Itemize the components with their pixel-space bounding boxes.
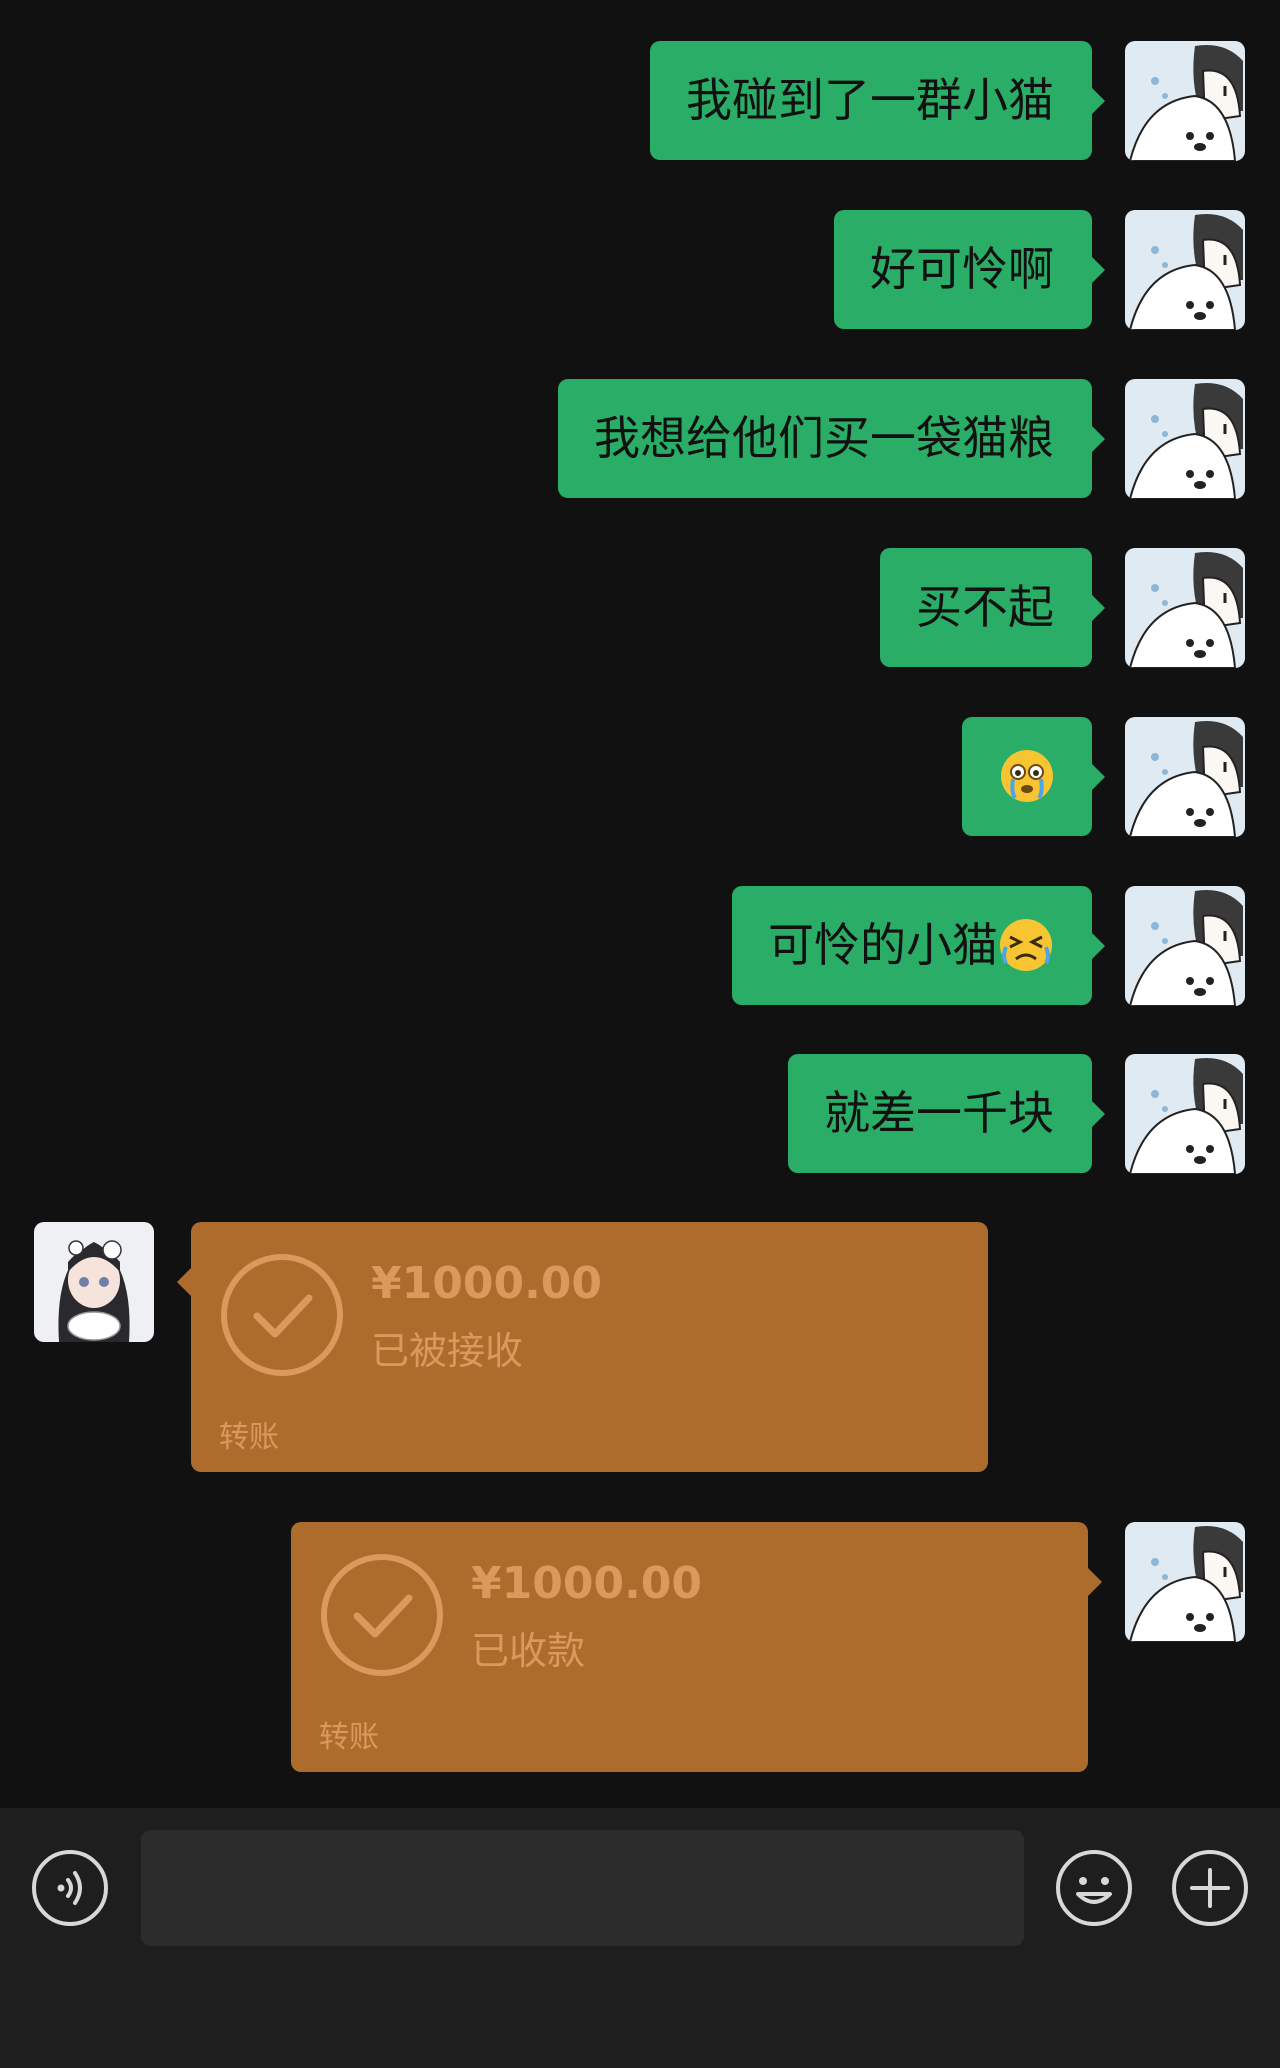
- sent-message-bubble[interactable]: 就差一千块: [788, 1054, 1105, 1173]
- message-text: 好可怜啊: [870, 242, 1054, 296]
- my-avatar[interactable]: [1125, 1522, 1245, 1642]
- message-text: 我碰到了一群小猫: [686, 73, 1054, 127]
- my-avatar[interactable]: [1125, 548, 1245, 668]
- crying-face-emoji: [999, 748, 1055, 804]
- transfer-amount: ¥1000.00: [471, 1558, 703, 1609]
- contact-avatar[interactable]: [34, 1222, 154, 1342]
- transfer-divider: [291, 1708, 1088, 1709]
- message-text: 买不起: [916, 580, 1054, 634]
- sent-message-bubble[interactable]: 我想给他们买一袋猫粮: [558, 379, 1105, 498]
- sent-message-bubble[interactable]: 我碰到了一群小猫: [650, 41, 1105, 160]
- emoji-icon[interactable]: [1054, 1848, 1134, 1928]
- transfer-status: 已被接收: [371, 1329, 524, 1373]
- transfer-type-label: 转账: [319, 1720, 379, 1755]
- my-avatar[interactable]: [1125, 379, 1245, 499]
- my-avatar[interactable]: [1125, 41, 1245, 161]
- transfer-card-received[interactable]: ¥1000.00 已被接收 转账: [177, 1222, 988, 1472]
- transfer-status: 已收款: [471, 1629, 586, 1673]
- check-circle-icon: [319, 1552, 445, 1678]
- plus-icon[interactable]: [1170, 1848, 1250, 1928]
- message-text: 就差一千块: [824, 1086, 1054, 1140]
- chat-input-bar: [0, 1808, 1280, 2068]
- my-avatar[interactable]: [1125, 717, 1245, 837]
- my-avatar[interactable]: [1125, 886, 1245, 1006]
- message-input[interactable]: [141, 1830, 1024, 1946]
- sent-message-bubble[interactable]: 可怜的小猫: [732, 886, 1105, 1005]
- sent-message-bubble[interactable]: [962, 717, 1105, 836]
- my-avatar[interactable]: [1125, 210, 1245, 330]
- tearful-squint-face-emoji: [998, 917, 1054, 973]
- my-avatar[interactable]: [1125, 1054, 1245, 1174]
- chat-message-list[interactable]: 我碰到了一群小猫 好可怜啊 我想给他们买一袋猫粮 买不起 可怜的小猫 就差一千块…: [0, 0, 1280, 1808]
- sent-message-bubble[interactable]: 好可怜啊: [834, 210, 1105, 329]
- transfer-divider: [191, 1408, 988, 1409]
- transfer-amount: ¥1000.00: [371, 1258, 603, 1309]
- check-circle-icon: [219, 1252, 345, 1378]
- message-text: 可怜的小猫: [768, 918, 998, 972]
- transfer-card-collected[interactable]: ¥1000.00 已收款 转账: [291, 1522, 1102, 1772]
- transfer-type-label: 转账: [219, 1420, 279, 1455]
- sent-message-bubble[interactable]: 买不起: [880, 548, 1105, 667]
- voice-icon[interactable]: [30, 1848, 110, 1928]
- message-text: 我想给他们买一袋猫粮: [594, 411, 1054, 465]
